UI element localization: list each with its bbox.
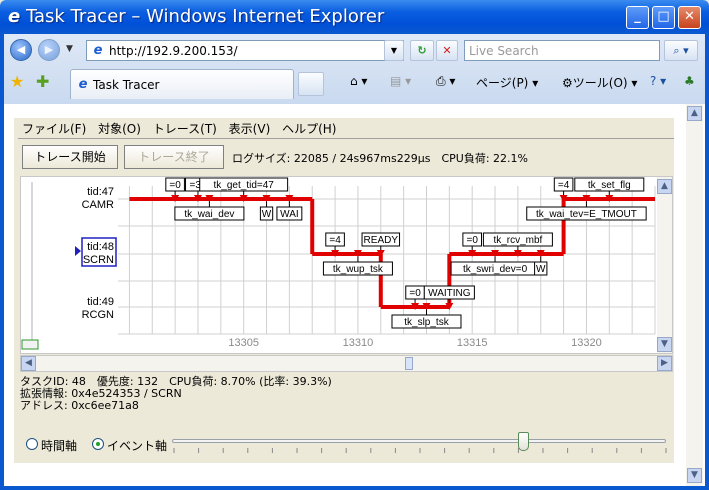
task-id-label: tid:48: [87, 241, 114, 253]
stop-button[interactable]: ✕: [436, 40, 458, 61]
trace-start-button[interactable]: トレース開始: [22, 145, 118, 169]
research-icon[interactable]: ♣: [684, 74, 695, 88]
address-bar[interactable]: e http://192.9.200.153/: [86, 40, 404, 61]
event-label: tk_get_tid=47: [214, 180, 275, 191]
page-scroll-up-icon[interactable]: ▲: [687, 106, 702, 121]
page-menu[interactable]: ページ(P) ▾: [476, 74, 538, 91]
task-name-label: CAMR: [82, 199, 114, 211]
help-icon[interactable]: ? ▾: [650, 74, 666, 88]
event-label: READY: [364, 235, 399, 246]
page-icon: e: [93, 43, 103, 58]
tools-menu[interactable]: ⚙ツール(O) ▾: [562, 74, 637, 91]
address-text: http://192.9.200.153/: [109, 44, 238, 58]
chart-scroll-left-icon[interactable]: ◀: [21, 356, 36, 371]
slider-track[interactable]: [172, 439, 666, 443]
tab-page-icon: e: [78, 77, 88, 92]
event-label: tk_set_flg: [588, 180, 631, 191]
radio-event-axis[interactable]: [92, 438, 104, 450]
chart-scroll-up-icon[interactable]: ▲: [657, 179, 672, 194]
favorites-star-icon[interactable]: ★: [10, 72, 24, 91]
trace-stop-button[interactable]: トレース終了: [124, 145, 224, 169]
window-title: e Task Tracer – Windows Internet Explore…: [8, 6, 384, 27]
radio-time-axis-label[interactable]: 時間軸: [41, 437, 77, 454]
selected-task-arrow-icon: [75, 246, 81, 256]
event-label: WAI: [280, 209, 299, 220]
event-label: W: [536, 264, 546, 275]
menu-target[interactable]: 対象(O): [98, 122, 141, 136]
feeds-icon[interactable]: ▤ ▾: [390, 74, 411, 88]
page-scroll-down-icon[interactable]: ▼: [687, 468, 702, 483]
address-dropdown-button[interactable]: ▼: [384, 40, 404, 61]
tab-label: Task Tracer: [93, 78, 160, 92]
menu-trace[interactable]: トレース(T): [153, 122, 217, 136]
menu-file[interactable]: ファイル(F): [22, 122, 86, 136]
close-button[interactable]: ✕: [678, 6, 701, 29]
radio-event-axis-label[interactable]: イベント軸: [107, 437, 167, 454]
tab-task-tracer[interactable]: e Task Tracer: [70, 69, 294, 99]
event-label: =4: [329, 235, 341, 246]
refresh-button[interactable]: ↻: [410, 40, 434, 61]
print-icon[interactable]: ⎙ ▾: [436, 74, 455, 89]
x-tick-label: 13305: [228, 337, 259, 349]
event-label: tk_wai_dev: [184, 209, 234, 220]
chart-scroll-down-icon[interactable]: ▼: [657, 337, 672, 352]
event-label: =4: [558, 180, 570, 191]
maximize-button[interactable]: □: [652, 6, 675, 29]
x-tick-label: 13315: [457, 337, 488, 349]
page-scrollbar[interactable]: ▲ ▼: [686, 104, 703, 486]
menu-view[interactable]: 表示(V): [229, 122, 271, 136]
event-label: =0: [169, 180, 181, 191]
event-label: WAITING: [428, 288, 471, 299]
event-label: tk_wai_tev=E_TMOUT: [536, 209, 637, 220]
menu-divider: [18, 138, 674, 139]
tools-menu-label: ツール(O): [572, 76, 628, 90]
task-id-label: tid:49: [87, 296, 114, 308]
chart-vscroll[interactable]: ▲ ▼: [657, 177, 672, 353]
add-favorite-icon[interactable]: ✚: [36, 72, 49, 91]
history-dropdown-icon[interactable]: ▼: [66, 44, 73, 54]
window-frame-bottom: [0, 486, 709, 490]
back-button[interactable]: ◀: [10, 39, 32, 61]
window-title-text: Task Tracer – Windows Internet Explorer: [25, 6, 385, 27]
slider-thumb[interactable]: [517, 432, 529, 451]
event-label: tk_slp_tsk: [404, 317, 449, 328]
forward-button[interactable]: ▶: [38, 39, 60, 61]
app-menubar: ファイル(F) 対象(O) トレース(T) 表示(V) ヘルプ(H): [22, 120, 344, 137]
task-name-label: SCRN: [83, 254, 114, 266]
title-bar: e Task Tracer – Windows Internet Explore…: [0, 0, 709, 34]
log-stats: ログサイズ: 22085 / 24s967ms229μs CPU負荷: 22.1…: [232, 152, 528, 165]
minimize-button[interactable]: _: [626, 6, 649, 29]
chart-scroll-right-icon[interactable]: ▶: [657, 356, 672, 371]
task-name-label: RCGN: [82, 309, 114, 321]
task-info: タスクID: 48 優先度: 132 CPU負荷: 8.70% (比率: 39.…: [20, 376, 332, 412]
x-tick-label: 13310: [343, 337, 374, 349]
event-label: tk_swri_dev=0: [463, 264, 528, 275]
chart-hscroll-thumb[interactable]: [405, 357, 413, 370]
chart-hscroll[interactable]: ◀ ▶: [20, 355, 673, 372]
search-button[interactable]: ⌕ ▾: [664, 40, 698, 61]
event-label: =0: [409, 288, 421, 299]
event-label: W: [262, 209, 272, 220]
event-label: tk_rcv_mbf: [493, 235, 542, 246]
event-label: =0: [466, 235, 478, 246]
page-menu-label: ページ(P): [476, 76, 529, 90]
search-input[interactable]: Live Search: [464, 40, 660, 61]
task-info-line3: アドレス: 0xc6ee71a8: [20, 399, 139, 412]
home-icon[interactable]: ⌂ ▾: [350, 74, 367, 88]
event-label: tk_wup_tsk: [333, 264, 384, 275]
radio-time-axis[interactable]: [26, 438, 38, 450]
window-frame-right: [705, 34, 709, 490]
gutter-marker-icon: [21, 339, 39, 350]
menu-help[interactable]: ヘルプ(H): [282, 122, 336, 136]
slider-ticks: [173, 448, 667, 453]
x-tick-label: 13320: [571, 337, 602, 349]
task-id-label: tid:47: [87, 186, 114, 198]
ie-logo-icon: e: [8, 6, 21, 27]
trace-chart[interactable]: tid:47CAMRtid:48SCRNtid:49RCGN=0 =37 tk_ge…: [20, 176, 673, 354]
tools-gear-icon: ⚙: [562, 76, 573, 90]
new-tab-button[interactable]: [298, 72, 324, 96]
